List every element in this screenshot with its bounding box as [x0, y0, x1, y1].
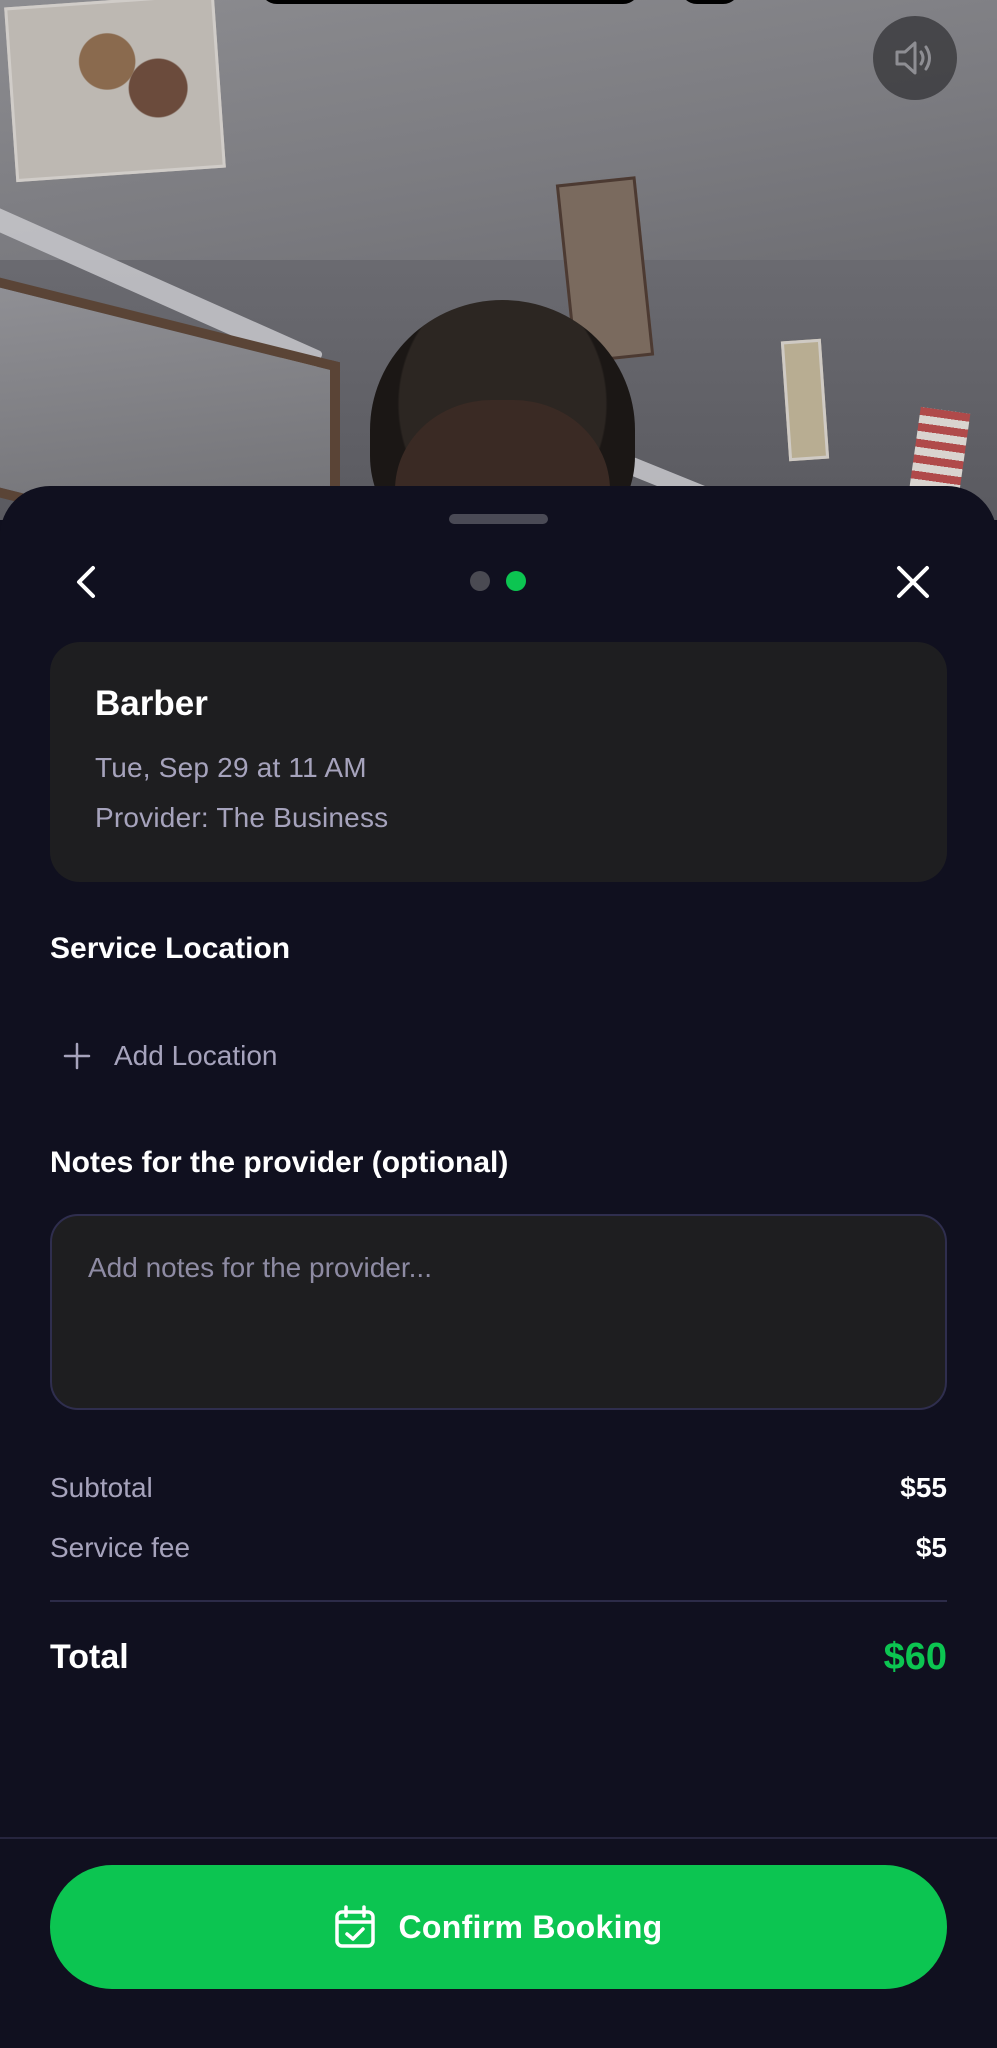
subtotal-value: $55 — [900, 1472, 947, 1503]
notes-heading: Notes for the provider (optional) — [50, 1146, 509, 1179]
subtotal-row: Subtotal $55 — [50, 1472, 947, 1504]
total-label: Total — [50, 1638, 129, 1676]
add-location-button[interactable]: Add Location — [50, 1026, 277, 1086]
flag — [909, 406, 971, 494]
sheet-grabber[interactable] — [449, 514, 548, 524]
subtotal-label: Subtotal — [50, 1472, 153, 1503]
service-fee-value: $5 — [915, 1532, 947, 1563]
booking-summary-card: Barber Tue, Sep 29 at 11 AM Provider: Th… — [50, 642, 947, 882]
confirm-booking-label: Confirm Booking — [398, 1908, 663, 1945]
speaker-icon — [895, 41, 931, 75]
wall-poster — [4, 0, 226, 183]
page-dot — [470, 571, 490, 591]
service-fee-row: Service fee $5 — [50, 1532, 947, 1564]
booking-sheet: Barber Tue, Sep 29 at 11 AM Provider: Th… — [0, 486, 997, 2048]
notes-placeholder: Add notes for the provider... — [88, 1252, 432, 1283]
add-location-label: Add Location — [114, 1040, 278, 1071]
confirm-booking-button[interactable]: Confirm Booking — [50, 1865, 947, 1989]
plus-icon — [63, 1042, 91, 1070]
total-row: Total $60 — [50, 1636, 947, 1679]
service-name: Barber — [95, 684, 208, 723]
close-button[interactable] — [885, 554, 941, 610]
background-video — [0, 0, 997, 520]
service-fee-label: Service fee — [50, 1532, 191, 1563]
total-value: $60 — [883, 1636, 947, 1678]
wall-mirror — [0, 277, 340, 520]
page-dot-active — [506, 571, 526, 591]
calendar-check-icon — [335, 1905, 376, 1948]
booking-provider: Provider: The Business — [95, 802, 389, 833]
footer-divider — [0, 1837, 997, 1839]
dynamic-island — [260, 0, 640, 4]
booking-datetime: Tue, Sep 29 at 11 AM — [95, 752, 367, 783]
wall-poster — [780, 338, 830, 462]
notes-textarea[interactable]: Add notes for the provider... — [50, 1214, 947, 1410]
close-icon — [897, 566, 929, 598]
sound-toggle-button[interactable] — [873, 16, 957, 100]
chevron-left-icon — [77, 566, 95, 598]
service-location-heading: Service Location — [50, 932, 291, 965]
back-button[interactable] — [58, 554, 114, 610]
price-divider — [50, 1600, 947, 1602]
page-indicator — [470, 566, 526, 596]
